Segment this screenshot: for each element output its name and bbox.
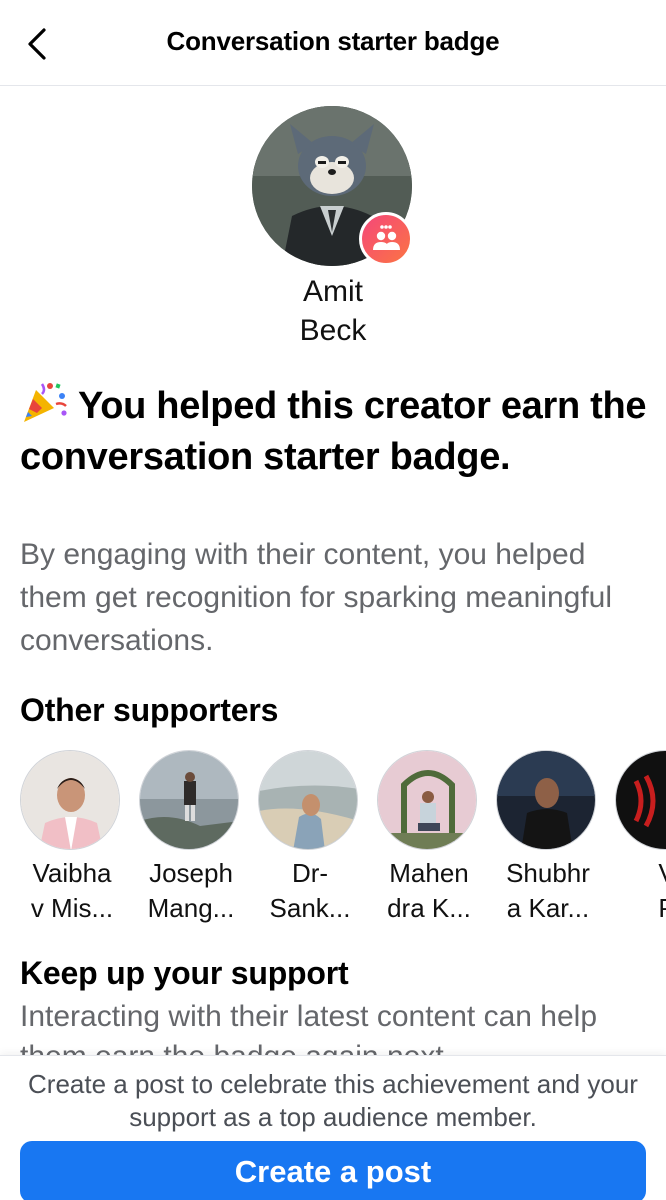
supporter-item[interactable]: Vaibha v Mis... bbox=[20, 750, 124, 926]
supporter-item[interactable]: Joseph Mang... bbox=[139, 750, 243, 926]
avatar bbox=[139, 750, 239, 850]
supporters-list[interactable]: Vaibha v Mis... Joseph Mang... Dr- Sank.… bbox=[20, 750, 666, 930]
supporter-name: Vaibha v Mis... bbox=[30, 858, 114, 923]
avatar bbox=[20, 750, 120, 850]
supporter-name: Mahen dra K... bbox=[387, 858, 471, 923]
badge-description: By engaging with their content, you help… bbox=[20, 538, 613, 657]
avatar bbox=[377, 750, 477, 850]
supporter-name: V P bbox=[615, 856, 666, 926]
supporter-item[interactable]: Shubhr a Kar... bbox=[496, 750, 600, 926]
supporter-item[interactable]: Dr- Sank... bbox=[258, 750, 362, 926]
badge-headline: You helped this creator earn the convers… bbox=[20, 380, 650, 483]
create-post-button[interactable]: Create a post bbox=[20, 1141, 646, 1200]
bottom-action-bar: Create a post to celebrate this achievem… bbox=[0, 1055, 666, 1200]
avatar bbox=[258, 750, 358, 850]
supporter-name: Joseph Mang... bbox=[147, 858, 235, 923]
supporter-item[interactable]: V P bbox=[615, 750, 666, 926]
supporter-name: Shubhr a Kar... bbox=[506, 858, 590, 923]
conversation-badge-icon bbox=[359, 212, 413, 266]
footer-note: Create a post to celebrate this achievem… bbox=[28, 1069, 638, 1132]
avatar bbox=[615, 750, 666, 850]
page-title: Conversation starter badge bbox=[166, 26, 500, 56]
supporter-name: Dr- Sank... bbox=[269, 858, 351, 923]
top-bar: Conversation starter badge bbox=[0, 0, 666, 86]
creator-name[interactable]: Amit Beck bbox=[233, 272, 433, 350]
keep-support-title: Keep up your support bbox=[20, 955, 349, 991]
avatar bbox=[496, 750, 596, 850]
creator-profile[interactable] bbox=[252, 106, 414, 268]
supporter-item[interactable]: Mahen dra K... bbox=[377, 750, 481, 926]
party-popper-icon bbox=[20, 380, 70, 424]
supporters-title: Other supporters bbox=[20, 692, 279, 728]
